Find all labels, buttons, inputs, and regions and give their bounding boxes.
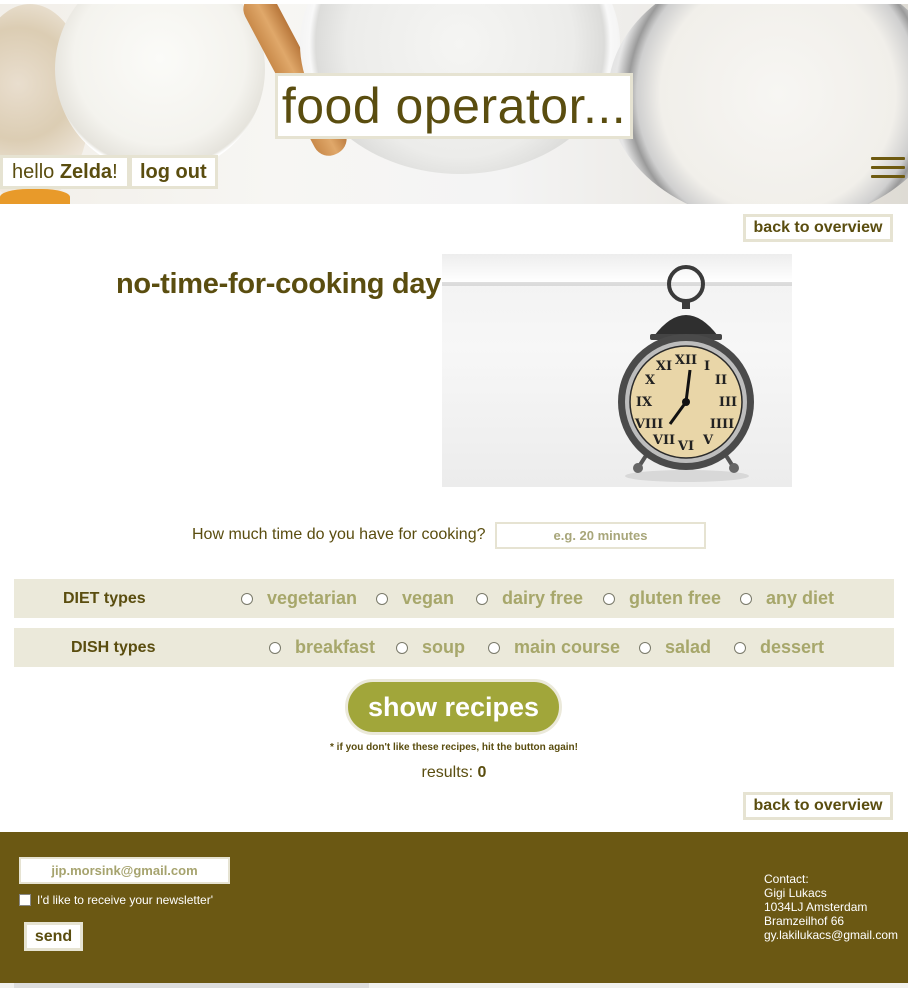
results-count: results: 0 — [0, 764, 908, 782]
svg-text:I: I — [704, 359, 710, 374]
user-name: Zelda — [59, 160, 113, 183]
diet-types-row: DIET types vegetarian vegan dairy free g… — [14, 579, 894, 618]
contact-email[interactable]: gy.lakilukacs@gmail.com — [764, 928, 898, 942]
send-button[interactable]: send — [24, 922, 83, 951]
svg-text:IIII: IIII — [710, 417, 734, 432]
newsletter-email-field[interactable] — [19, 857, 230, 884]
radio-button[interactable] — [639, 641, 651, 654]
svg-text:XII: XII — [675, 353, 697, 368]
svg-text:VIII: VIII — [634, 417, 663, 432]
orange-spice-image — [0, 189, 70, 204]
svg-text:X: X — [645, 373, 656, 388]
greeting-prefix: hello — [12, 160, 60, 183]
svg-text:IX: IX — [636, 395, 653, 410]
option-label: any diet — [766, 588, 835, 608]
site-title: food operator... — [275, 73, 633, 139]
radio-button[interactable] — [476, 592, 488, 605]
contact-block: Contact: Gigi Lukacs 1034LJ Amsterdam Br… — [764, 872, 898, 942]
menu-bar — [871, 157, 905, 160]
option-label: dairy free — [502, 588, 584, 608]
radio-button[interactable] — [740, 592, 752, 605]
svg-text:II: II — [715, 373, 727, 388]
back-to-overview-button-bottom[interactable]: back to overview — [743, 792, 893, 820]
radio-button[interactable] — [396, 641, 408, 654]
dish-types-row: DISH types breakfast soup main course sa… — [14, 628, 894, 667]
svg-text:VI: VI — [677, 439, 694, 454]
radio-button[interactable] — [269, 641, 281, 654]
svg-text:III: III — [719, 395, 737, 410]
radio-button[interactable] — [376, 592, 388, 605]
dish-option-main-course[interactable]: main course — [488, 637, 620, 658]
results-value: 0 — [477, 764, 487, 781]
svg-text:XI: XI — [656, 359, 672, 374]
svg-text:V: V — [702, 433, 714, 448]
contact-postcode-city: 1034LJ Amsterdam — [764, 900, 868, 914]
radio-button[interactable] — [241, 592, 253, 605]
option-label: soup — [422, 637, 465, 657]
hamburger-menu-icon[interactable] — [871, 153, 907, 183]
newsletter-label: I'd like to receive your newsletter' — [37, 893, 213, 907]
diet-types-label: DIET types — [63, 589, 146, 607]
option-label: salad — [665, 637, 712, 657]
time-question-label: How much time do you have for cooking? — [192, 526, 486, 543]
contact-name: Gigi Lukacs — [764, 886, 827, 900]
option-label: vegetarian — [267, 588, 358, 608]
cooking-time-input[interactable] — [495, 522, 706, 549]
diet-option-gluten-free[interactable]: gluten free — [603, 588, 721, 609]
back-to-overview-button-top[interactable]: back to overview — [743, 214, 893, 242]
horizontal-scrollbar[interactable] — [0, 983, 908, 988]
dish-types-label: DISH types — [71, 638, 156, 656]
option-label: breakfast — [295, 637, 376, 657]
retry-hint: * if you don't like these recipes, hit t… — [330, 742, 578, 753]
alarm-clock-image: XII I II III IIII V VI VII VIII IX X XI — [442, 254, 792, 487]
diet-option-vegetarian[interactable]: vegetarian — [241, 588, 357, 609]
newsletter-checkbox[interactable] — [19, 894, 31, 906]
svg-text:VII: VII — [652, 433, 675, 448]
dish-option-salad[interactable]: salad — [639, 637, 711, 658]
logout-button[interactable]: log out — [129, 155, 218, 189]
option-label: main course — [514, 637, 621, 657]
option-label: vegan — [402, 588, 455, 608]
radio-button[interactable] — [488, 641, 500, 654]
greeting: hello Zelda! — [0, 155, 130, 189]
radio-button[interactable] — [734, 641, 746, 654]
diet-option-dairy-free[interactable]: dairy free — [476, 588, 583, 609]
alarm-clock-icon: XII I II III IIII V VI VII VIII IX X XI — [618, 265, 754, 482]
radio-button[interactable] — [603, 592, 615, 605]
menu-bar — [871, 175, 905, 178]
flour-pan-image — [608, 4, 908, 204]
milk-jug-image — [55, 4, 265, 174]
dish-option-dessert[interactable]: dessert — [734, 637, 824, 658]
dish-option-soup[interactable]: soup — [396, 637, 465, 658]
diet-option-any-diet[interactable]: any diet — [740, 588, 834, 609]
newsletter-checkbox-row[interactable]: I'd like to receive your newsletter' — [19, 893, 213, 907]
greeting-suffix: ! — [112, 160, 118, 183]
menu-bar — [871, 166, 905, 169]
results-label: results: — [421, 764, 478, 781]
contact-heading: Contact: — [764, 872, 809, 886]
page-title: no-time-for-cooking day — [116, 268, 441, 300]
scrollbar-thumb[interactable] — [14, 983, 369, 988]
dish-option-breakfast[interactable]: breakfast — [269, 637, 375, 658]
option-label: dessert — [760, 637, 825, 657]
show-recipes-button[interactable]: show recipes — [345, 679, 562, 735]
diet-option-vegan[interactable]: vegan — [376, 588, 454, 609]
contact-street: Bramzeilhof 66 — [764, 914, 845, 928]
option-label: gluten free — [629, 588, 722, 608]
